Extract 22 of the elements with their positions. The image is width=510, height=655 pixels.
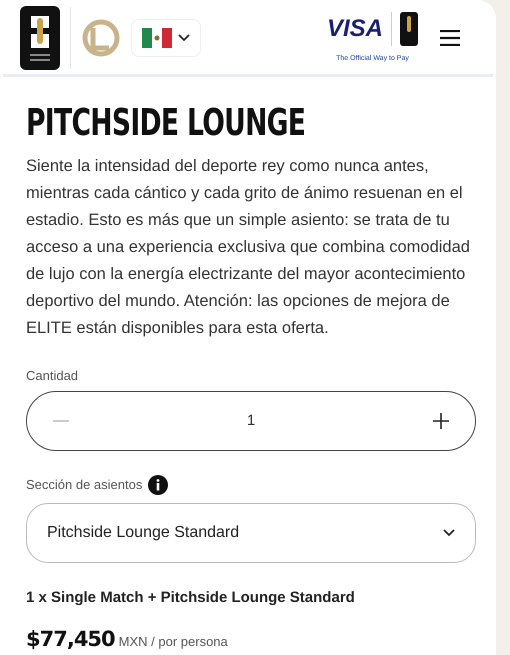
- tournament-logo-icon: [400, 12, 418, 46]
- package-summary: 1 x Single Match + Pitchside Lounge Standard: [26, 588, 356, 608]
- seating-label: Sección de asientos: [26, 476, 142, 494]
- quantity-label: Cantidad: [26, 366, 80, 384]
- info-icon[interactable]: [148, 475, 168, 495]
- hospitality-logo-icon: [81, 18, 121, 58]
- sponsor-logo: VISA: [326, 16, 383, 41]
- chevron-down-icon: [178, 34, 190, 42]
- product-description: Siente la intensidad del deporte rey como nunca antes, mientras cada cántico y cada grito de ánimo resuenan en el estadio. Esto es más que un simple asiento: se trata de tu acceso a una experiencia exclusiva que combina comodidad de lujo con la energía electrizante del mayor acontecimiento deportivo del mundo. Atención: las opciones de mejora de ELITE están disponibles para esta oferta.: [26, 156, 471, 338]
- chevron-down-icon: [443, 529, 455, 537]
- menu-icon[interactable]: [440, 30, 460, 46]
- product-title: PITCHSIDE LOUNGE: [26, 100, 306, 144]
- tournament-logo-icon[interactable]: [20, 6, 60, 70]
- price: $77,450: [26, 626, 115, 652]
- quantity-value: 1: [246, 410, 256, 431]
- increment-button[interactable]: [433, 413, 449, 429]
- plus-icon: [433, 413, 449, 429]
- price-unit: MXN / por persona: [118, 632, 228, 651]
- minus-icon: [53, 420, 69, 422]
- country-selector[interactable]: [131, 19, 201, 57]
- flag-icon: [142, 28, 172, 48]
- seating-select[interactable]: Pitchside Lounge Standard: [26, 503, 476, 563]
